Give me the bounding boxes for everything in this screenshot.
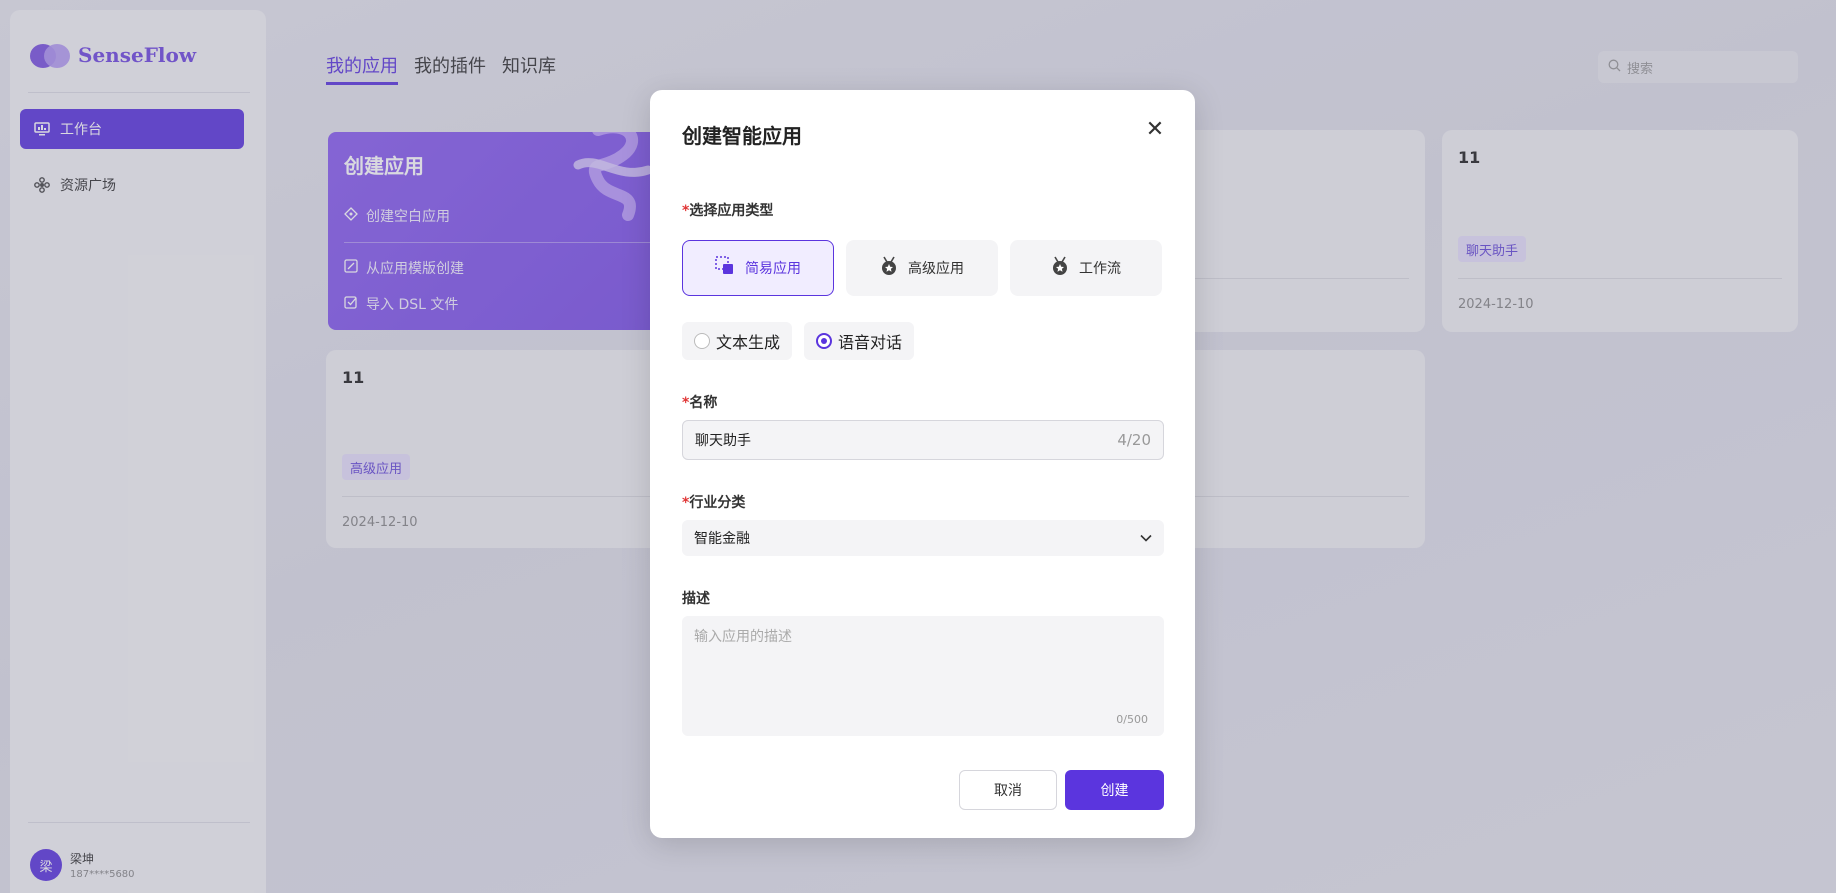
type-label: 工作流 [1079,261,1121,277]
name-label: *名称 [682,395,718,411]
industry-label: *行业分类 [682,495,746,511]
app-type-label: *选择应用类型 [682,203,774,219]
dialog-title: 创建智能应用 [682,124,802,148]
description-textarea[interactable]: 输入应用的描述 0/500 [682,616,1164,736]
type-workflow[interactable]: 工作流 [1010,240,1162,296]
description-label: 描述 [682,591,710,607]
medal-icon [880,256,898,280]
create-button[interactable]: 创建 [1065,770,1164,810]
name-value: 聊天助手 [695,433,751,449]
radio-button[interactable] [694,333,710,349]
type-advanced-app[interactable]: 高级应用 [846,240,998,296]
description-placeholder: 输入应用的描述 [694,629,792,645]
mode-label: 语音对话 [838,333,903,352]
chevron-down-icon [1140,530,1152,546]
create-app-dialog: 创建智能应用 ✕ *选择应用类型 简易应用 高级应用 工作流 文本生成 语音对话… [650,90,1195,838]
mode-text-generation[interactable]: 文本生成 [682,322,792,360]
name-field[interactable]: 聊天助手 4/20 [682,420,1164,460]
name-counter: 4/20 [1117,431,1151,449]
type-label: 高级应用 [908,261,964,277]
type-label: 简易应用 [745,261,801,277]
simple-app-icon [715,256,735,280]
industry-select[interactable]: 智能金融 [682,520,1164,556]
close-icon[interactable]: ✕ [1145,119,1165,141]
radio-button[interactable] [816,333,832,349]
description-counter: 0/500 [1116,713,1148,726]
industry-value: 智能金融 [694,531,750,547]
mode-label: 文本生成 [716,333,781,352]
type-simple-app[interactable]: 简易应用 [682,240,834,296]
mode-voice-chat[interactable]: 语音对话 [804,322,914,360]
cancel-button[interactable]: 取消 [959,770,1057,810]
medal-icon [1051,256,1069,280]
